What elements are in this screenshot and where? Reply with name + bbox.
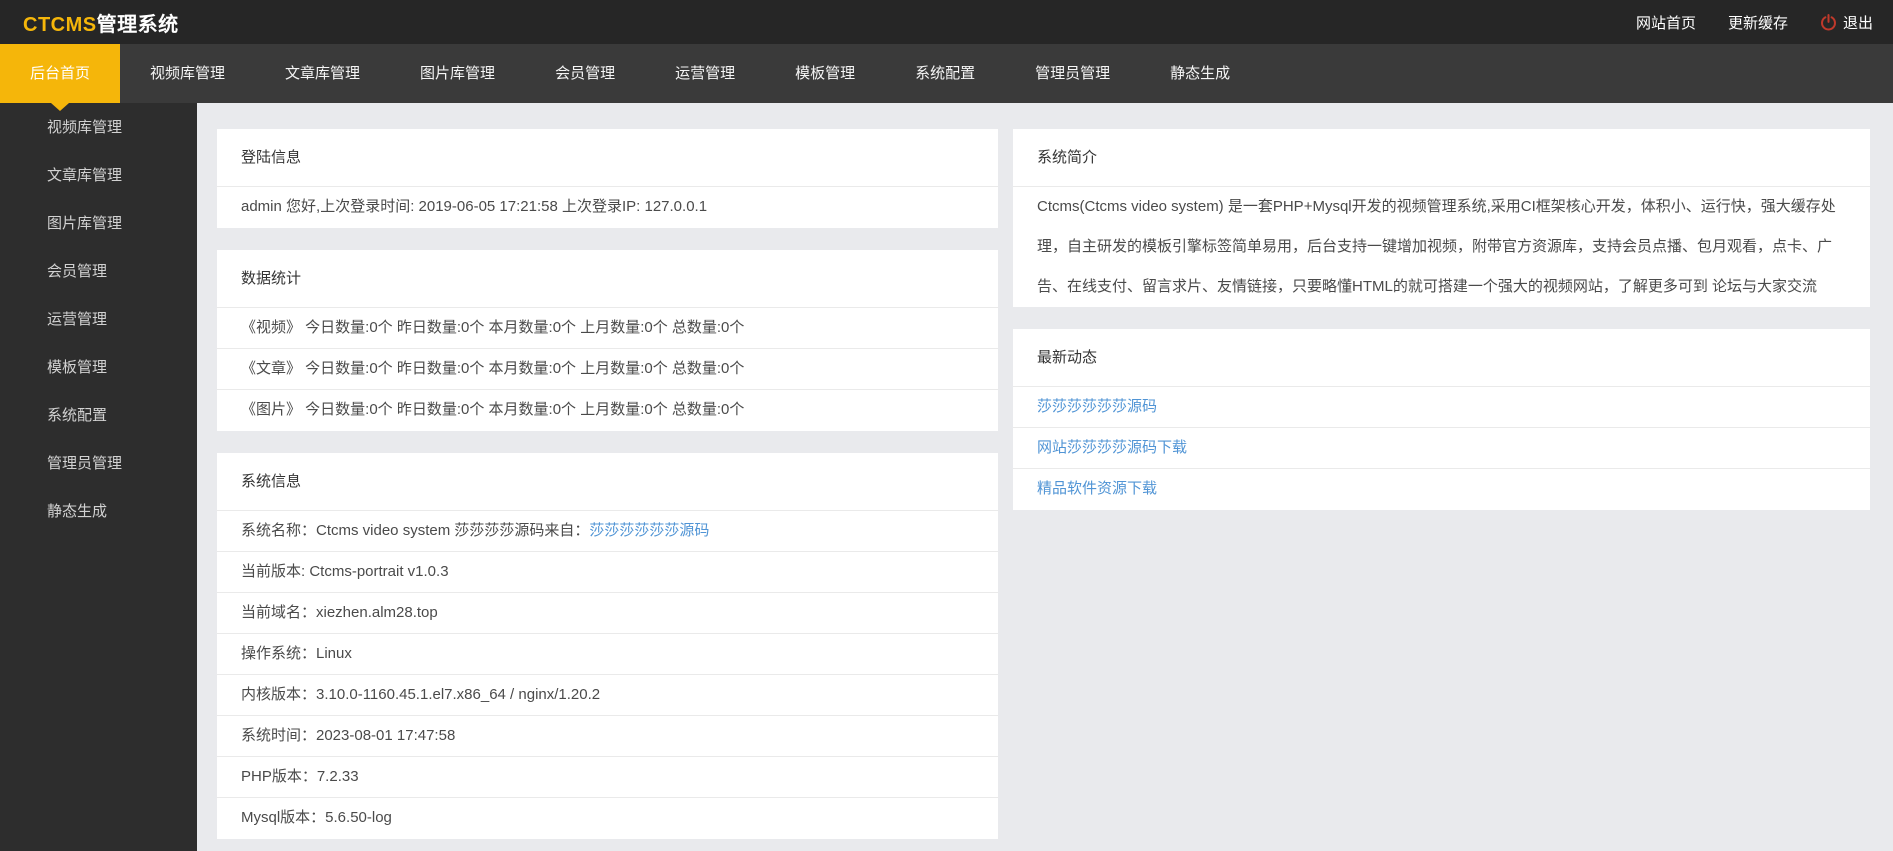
latest-news-title: 最新动态 <box>1013 329 1870 387</box>
news-link-3[interactable]: 精品软件资源下载 <box>1037 480 1157 497</box>
data-stats-title: 数据统计 <box>217 250 998 308</box>
sysinfo-row-mysql: Mysql版本：5.6.50-log <box>241 809 392 826</box>
system-info-panel: 系统信息 系统名称：Ctcms video system 莎莎莎莎源码来自：莎莎… <box>217 453 998 839</box>
login-info-row: admin 您好,上次登录时间: 2019-06-05 17:21:58 上次登… <box>241 198 708 215</box>
stats-row-article: 《文章》 今日数量:0个 昨日数量:0个 本月数量:0个 上月数量:0个 总数量… <box>217 349 998 390</box>
logout-link[interactable]: 退出 <box>1820 12 1873 33</box>
sysinfo-row-domain: 当前域名：xiezhen.alm28.top <box>217 593 998 634</box>
right-column: 系统简介 Ctcms(Ctcms video system) 是一套PHP+My… <box>1013 129 1870 851</box>
stats-row-image: 《图片》 今日数量:0个 昨日数量:0个 本月数量:0个 上月数量:0个 总数量… <box>241 401 745 418</box>
system-intro-text: Ctcms(Ctcms video system) 是一套PHP+Mysql开发… <box>1037 198 1836 295</box>
sysinfo-row-time: 系统时间：2023-08-01 17:47:58 <box>217 716 998 757</box>
tab-video-library[interactable]: 视频库管理 <box>120 44 255 103</box>
tab-backend-home[interactable]: 后台首页 <box>0 44 121 103</box>
sidebar-item-static-gen[interactable]: 静态生成 <box>0 488 197 536</box>
main-nav: 后台首页 视频库管理 文章库管理 图片库管理 会员管理 运营管理 模板管理 系统… <box>0 44 1893 103</box>
tab-static-gen[interactable]: 静态生成 <box>1140 44 1260 103</box>
header-links: 网站首页 更新缓存 退出 <box>1604 12 1873 33</box>
news-item: 精品软件资源下载 <box>1013 469 1870 510</box>
latest-news-panel: 最新动态 莎莎莎莎莎莎源码 网站莎莎莎莎源码下载 精品软件资源下载 <box>1013 329 1870 510</box>
app-header: CTCMS管理系统 网站首页 更新缓存 退出 <box>0 0 1893 44</box>
refresh-cache-link[interactable]: 更新缓存 <box>1728 12 1788 33</box>
power-icon <box>1820 13 1837 31</box>
site-home-link[interactable]: 网站首页 <box>1636 12 1696 33</box>
tab-operations[interactable]: 运营管理 <box>645 44 765 103</box>
sysinfo-row-kernel: 内核版本：3.10.0-1160.45.1.el7.x86_64 / nginx… <box>217 675 998 716</box>
brand-primary: CTCMS <box>23 13 97 36</box>
news-link-1[interactable]: 莎莎莎莎莎莎源码 <box>1037 398 1157 415</box>
tab-system-config[interactable]: 系统配置 <box>885 44 1005 103</box>
sidebar-item-members[interactable]: 会员管理 <box>0 248 197 296</box>
sysinfo-row-php: PHP版本：7.2.33 <box>217 757 998 798</box>
sidebar-item-video-library[interactable]: 视频库管理 <box>0 104 197 152</box>
stats-row-video: 《视频》 今日数量:0个 昨日数量:0个 本月数量:0个 上月数量:0个 总数量… <box>217 308 998 349</box>
system-info-title: 系统信息 <box>217 453 998 511</box>
sidebar-item-system-config[interactable]: 系统配置 <box>0 392 197 440</box>
tab-templates[interactable]: 模板管理 <box>765 44 885 103</box>
sidebar-item-admins[interactable]: 管理员管理 <box>0 440 197 488</box>
sysinfo-row-name: 系统名称：Ctcms video system 莎莎莎莎源码来自：莎莎莎莎莎莎源… <box>217 511 998 552</box>
news-item: 网站莎莎莎莎源码下载 <box>1013 428 1870 469</box>
sidebar-item-templates[interactable]: 模板管理 <box>0 344 197 392</box>
system-intro-panel: 系统简介 Ctcms(Ctcms video system) 是一套PHP+My… <box>1013 129 1870 307</box>
sidebar-item-article-library[interactable]: 文章库管理 <box>0 152 197 200</box>
data-stats-panel: 数据统计 《视频》 今日数量:0个 昨日数量:0个 本月数量:0个 上月数量:0… <box>217 250 998 431</box>
system-intro-title: 系统简介 <box>1013 129 1870 187</box>
login-info-panel: 登陆信息 admin 您好,上次登录时间: 2019-06-05 17:21:5… <box>217 129 998 228</box>
sysinfo-name-text: 系统名称：Ctcms video system 莎莎莎莎源码来自： <box>241 522 590 539</box>
sysinfo-source-link[interactable]: 莎莎莎莎莎莎源码 <box>589 522 709 539</box>
sysinfo-row-version: 当前版本: Ctcms-portrait v1.0.3 <box>217 552 998 593</box>
tab-article-library[interactable]: 文章库管理 <box>255 44 390 103</box>
news-item: 莎莎莎莎莎莎源码 <box>1013 387 1870 428</box>
sidebar-item-operations[interactable]: 运营管理 <box>0 296 197 344</box>
sidebar-item-image-library[interactable]: 图片库管理 <box>0 200 197 248</box>
login-info-title: 登陆信息 <box>217 129 998 187</box>
left-column: 登陆信息 admin 您好,上次登录时间: 2019-06-05 17:21:5… <box>217 129 998 851</box>
tab-members[interactable]: 会员管理 <box>525 44 645 103</box>
news-link-2[interactable]: 网站莎莎莎莎源码下载 <box>1037 439 1187 456</box>
sysinfo-row-os: 操作系统：Linux <box>217 634 998 675</box>
brand-secondary: 管理系统 <box>96 13 179 36</box>
brand-logo: CTCMS管理系统 <box>23 8 179 37</box>
logout-label: 退出 <box>1842 14 1873 32</box>
tab-image-library[interactable]: 图片库管理 <box>390 44 525 103</box>
sidebar: 视频库管理 文章库管理 图片库管理 会员管理 运营管理 模板管理 系统配置 管理… <box>0 103 197 851</box>
active-tab-caret-icon <box>51 103 69 111</box>
tab-admins[interactable]: 管理员管理 <box>1005 44 1140 103</box>
content-area: 登陆信息 admin 您好,上次登录时间: 2019-06-05 17:21:5… <box>197 103 1893 851</box>
